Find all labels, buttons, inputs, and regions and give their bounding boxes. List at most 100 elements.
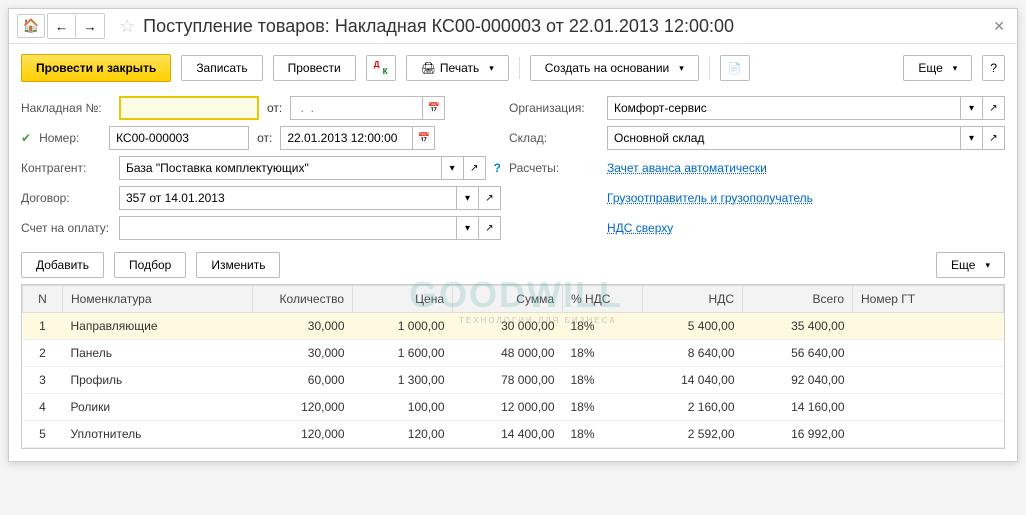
- contractor-label: Контрагент:: [21, 161, 111, 175]
- col-qty[interactable]: Количество: [253, 286, 353, 313]
- cell-vat: 5 400,00: [643, 313, 743, 340]
- table-row[interactable]: 5Уплотнитель120,000120,0014 400,0018%2 5…: [23, 421, 1004, 448]
- col-vatpct[interactable]: % НДС: [563, 286, 643, 313]
- cell-item: Ролики: [63, 394, 253, 421]
- add-row-button[interactable]: Добавить: [21, 252, 104, 278]
- warehouse-label: Склад:: [509, 131, 599, 145]
- create-based-button[interactable]: Создать на основании: [530, 55, 699, 81]
- org-input[interactable]: [607, 96, 961, 120]
- calc-label: Расчеты:: [509, 161, 599, 175]
- consignor-link[interactable]: Грузоотправитель и грузополучатель: [607, 191, 813, 205]
- help-icon[interactable]: ?: [494, 161, 501, 175]
- back-button[interactable]: ←: [48, 14, 76, 38]
- org-dropdown-button[interactable]: ▾: [961, 96, 983, 120]
- table-row[interactable]: 2Панель30,0001 600,0048 000,0018%8 640,0…: [23, 340, 1004, 367]
- contract-label: Договор:: [21, 191, 111, 205]
- cell-qty: 120,000: [253, 394, 353, 421]
- cell-n: 1: [23, 313, 63, 340]
- contract-open-button[interactable]: ↗: [479, 186, 501, 210]
- table-row[interactable]: 4Ролики120,000100,0012 000,0018%2 160,00…: [23, 394, 1004, 421]
- more-button[interactable]: Еще: [903, 55, 972, 81]
- cell-vat: 2 592,00: [643, 421, 743, 448]
- cell-qty: 120,000: [253, 421, 353, 448]
- cell-item: Уплотнитель: [63, 421, 253, 448]
- cell-sum: 30 000,00: [453, 313, 563, 340]
- doc-date-picker-button[interactable]: 📅: [413, 126, 435, 150]
- post-button[interactable]: Провести: [273, 55, 356, 81]
- dk-button[interactable]: [366, 55, 396, 81]
- calc-link[interactable]: Зачет аванса автоматически: [607, 161, 767, 175]
- warehouse-open-button[interactable]: ↗: [983, 126, 1005, 150]
- cell-qty: 60,000: [253, 367, 353, 394]
- post-and-close-button[interactable]: Провести и закрыть: [21, 54, 171, 82]
- cell-n: 4: [23, 394, 63, 421]
- cell-price: 100,00: [353, 394, 453, 421]
- cell-vatpct: 18%: [563, 394, 643, 421]
- col-price[interactable]: Цена: [353, 286, 453, 313]
- cell-item: Направляющие: [63, 313, 253, 340]
- cell-gtd: [853, 421, 1004, 448]
- cell-total: 35 400,00: [743, 313, 853, 340]
- col-total[interactable]: Всего: [743, 286, 853, 313]
- col-vat[interactable]: НДС: [643, 286, 743, 313]
- payacct-open-button[interactable]: ↗: [479, 216, 501, 240]
- date-picker-button[interactable]: 📅: [423, 96, 445, 120]
- col-gtd[interactable]: Номер ГТ: [853, 286, 1004, 313]
- number-label: Номер:: [39, 131, 101, 145]
- number-input[interactable]: [109, 126, 249, 150]
- home-button[interactable]: 🏠: [17, 14, 45, 38]
- close-icon[interactable]: ✕: [989, 18, 1009, 35]
- edit-button[interactable]: Изменить: [196, 252, 280, 278]
- window-title: Поступление товаров: Накладная КС00-0000…: [143, 16, 989, 37]
- cell-vat: 2 160,00: [643, 394, 743, 421]
- forward-button[interactable]: →: [76, 14, 104, 38]
- contract-dropdown-button[interactable]: ▾: [457, 186, 479, 210]
- cell-n: 3: [23, 367, 63, 394]
- print-button[interactable]: Печать: [406, 55, 509, 81]
- warehouse-input[interactable]: [607, 126, 961, 150]
- cell-gtd: [853, 394, 1004, 421]
- org-open-button[interactable]: ↗: [983, 96, 1005, 120]
- invoice-label: Накладная №:: [21, 101, 111, 115]
- cell-qty: 30,000: [253, 313, 353, 340]
- contractor-open-button[interactable]: ↗: [464, 156, 486, 180]
- contractor-dropdown-button[interactable]: ▾: [442, 156, 464, 180]
- col-sum[interactable]: Сумма: [453, 286, 563, 313]
- invoice-date-input[interactable]: [290, 96, 423, 120]
- contract-input[interactable]: [119, 186, 457, 210]
- save-button[interactable]: Записать: [181, 55, 262, 81]
- cell-n: 5: [23, 421, 63, 448]
- print-icon: [421, 61, 436, 75]
- cell-qty: 30,000: [253, 340, 353, 367]
- table-row[interactable]: 1Направляющие30,0001 000,0030 000,0018%5…: [23, 313, 1004, 340]
- warehouse-dropdown-button[interactable]: ▾: [961, 126, 983, 150]
- doc-button[interactable]: [720, 55, 750, 81]
- doc-icon: [728, 61, 742, 75]
- org-label: Организация:: [509, 101, 599, 115]
- cell-gtd: [853, 313, 1004, 340]
- payacct-input[interactable]: [119, 216, 457, 240]
- cell-sum: 78 000,00: [453, 367, 563, 394]
- cell-sum: 48 000,00: [453, 340, 563, 367]
- table-row[interactable]: 3Профиль60,0001 300,0078 000,0018%14 040…: [23, 367, 1004, 394]
- vat-link[interactable]: НДС сверху: [607, 221, 673, 235]
- payacct-dropdown-button[interactable]: ▾: [457, 216, 479, 240]
- help-button[interactable]: ?: [982, 55, 1005, 81]
- cell-total: 92 040,00: [743, 367, 853, 394]
- cell-vatpct: 18%: [563, 313, 643, 340]
- cell-price: 120,00: [353, 421, 453, 448]
- table-more-button[interactable]: Еще: [936, 252, 1005, 278]
- col-item[interactable]: Номенклатура: [63, 286, 253, 313]
- posted-flag-icon: ✔: [21, 131, 31, 145]
- cell-vatpct: 18%: [563, 367, 643, 394]
- cell-gtd: [853, 340, 1004, 367]
- doc-date-input[interactable]: [280, 126, 413, 150]
- col-n[interactable]: N: [23, 286, 63, 313]
- contractor-input[interactable]: [119, 156, 442, 180]
- from1-label: от:: [267, 101, 282, 115]
- cell-price: 1 000,00: [353, 313, 453, 340]
- pick-button[interactable]: Подбор: [114, 252, 186, 278]
- cell-item: Профиль: [63, 367, 253, 394]
- invoice-number-input[interactable]: [119, 96, 259, 120]
- favorite-icon[interactable]: ☆: [119, 16, 135, 37]
